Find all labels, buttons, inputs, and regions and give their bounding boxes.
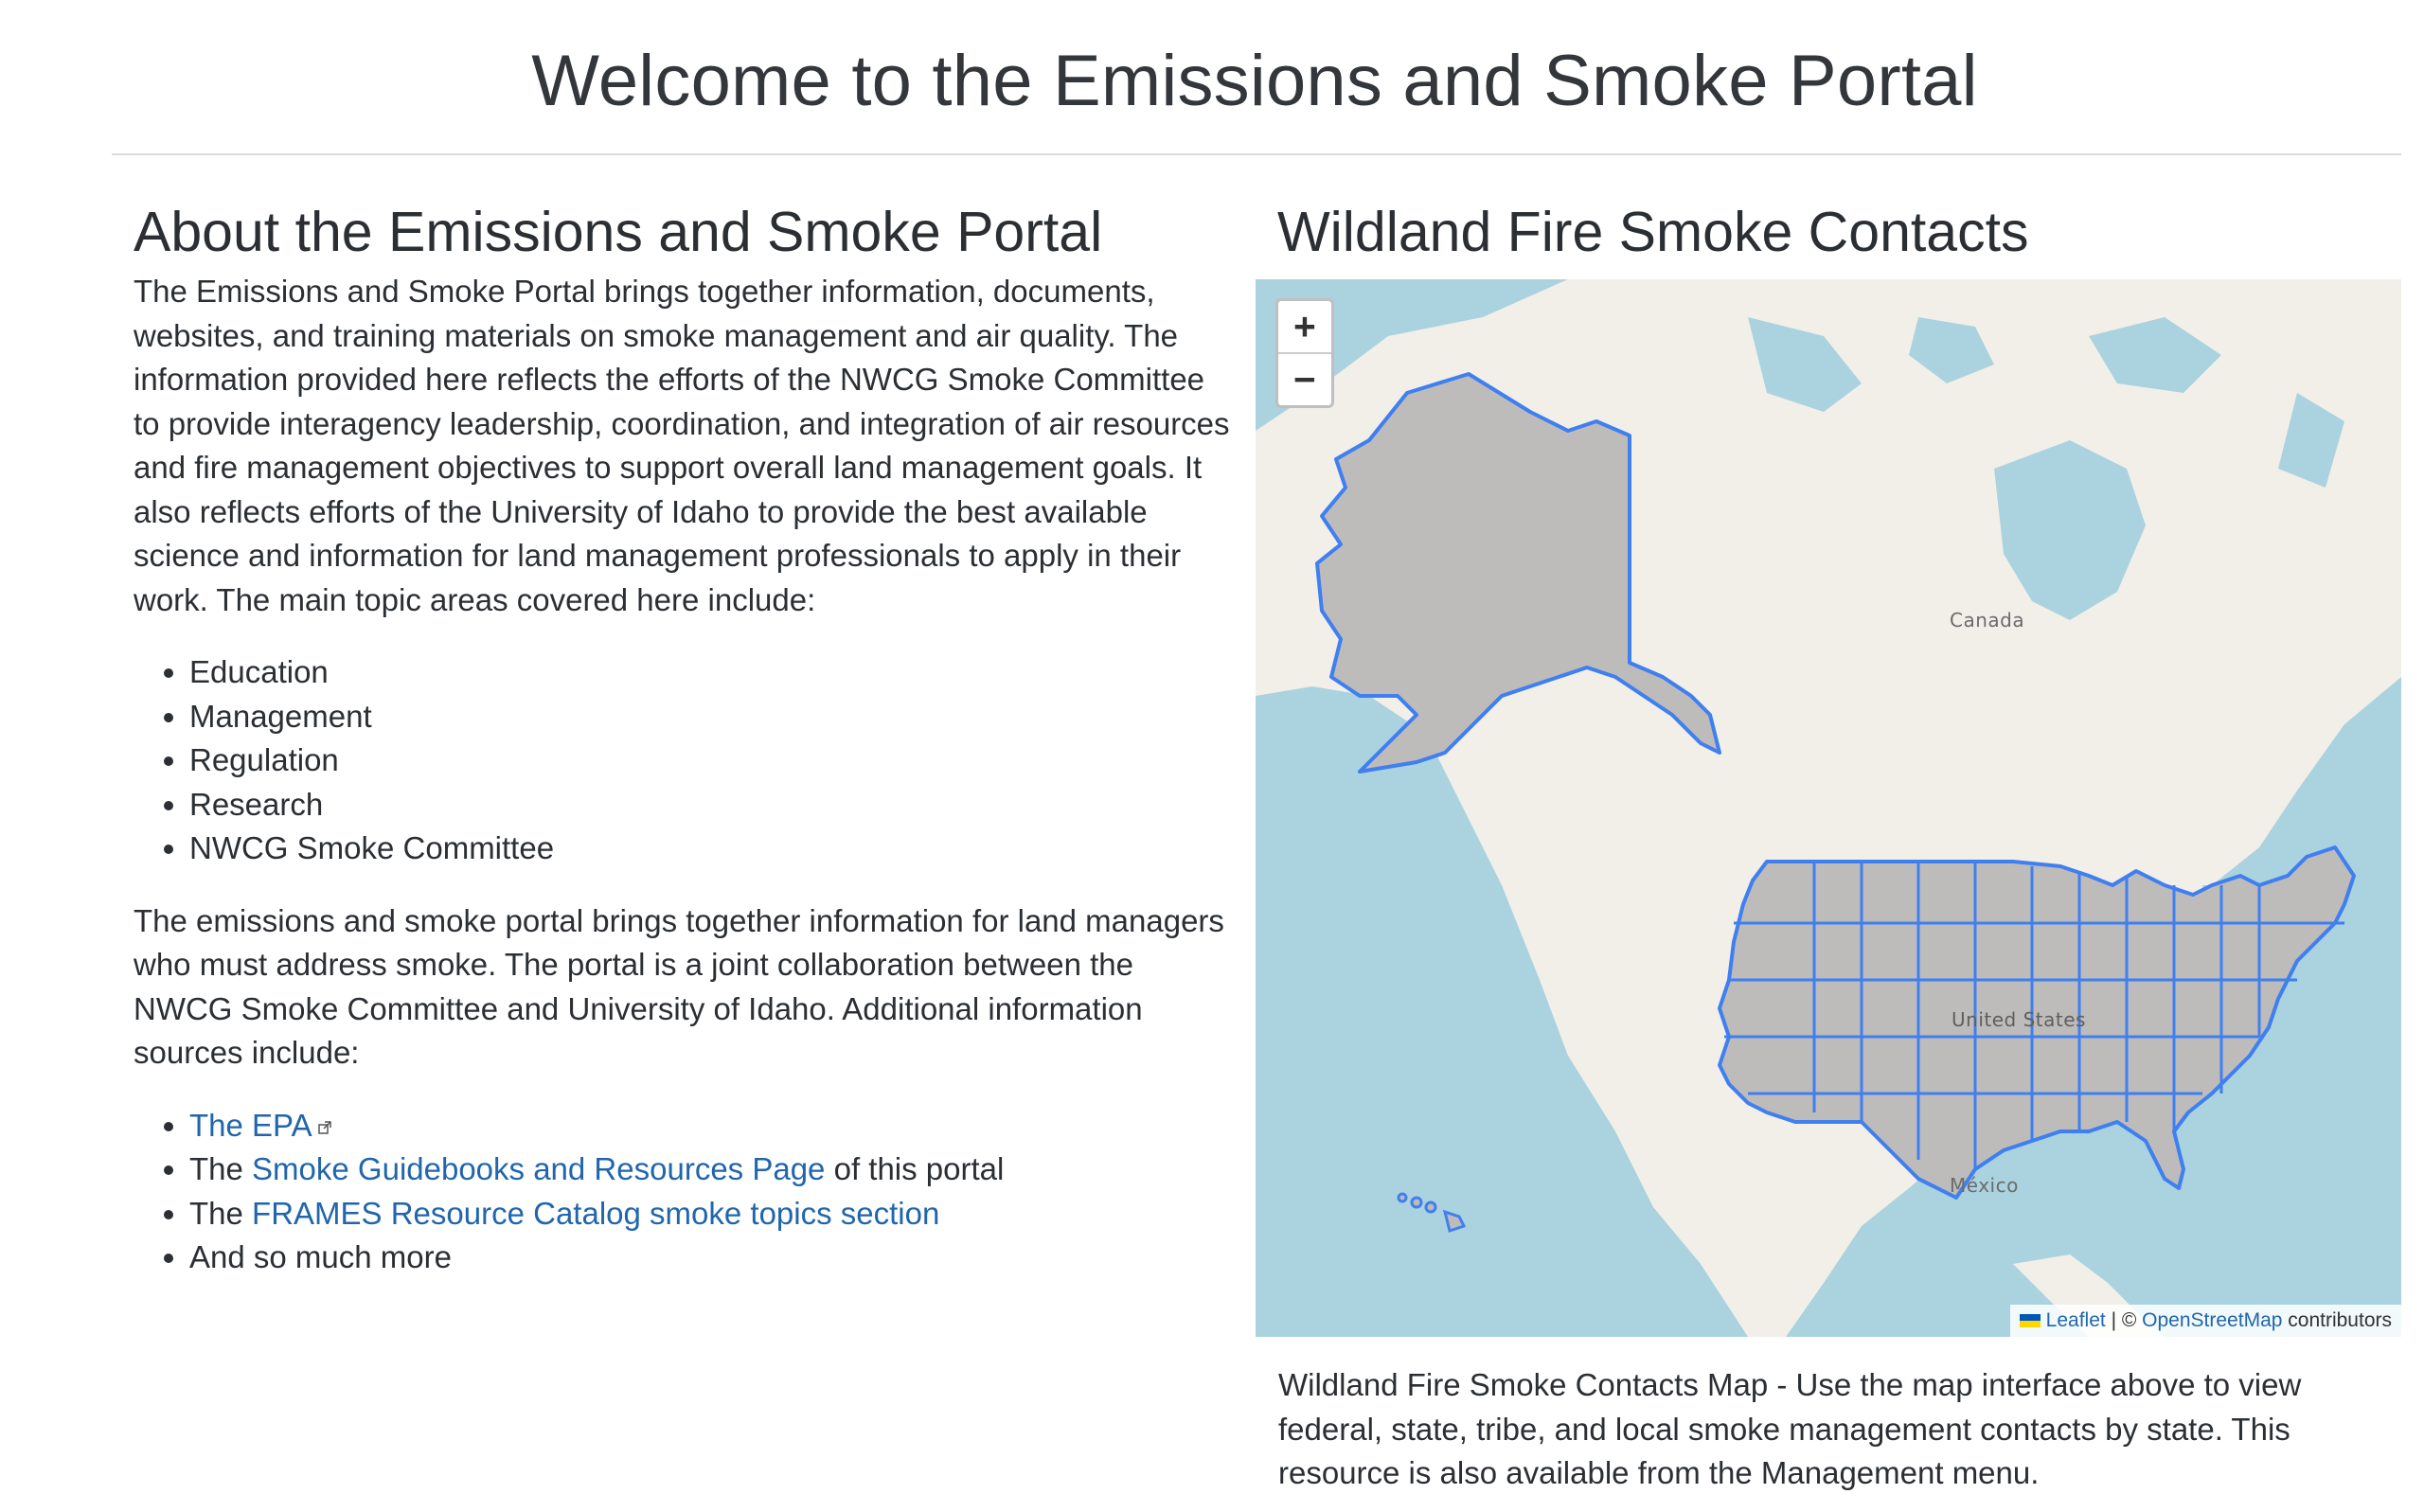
contacts-section: Wildland Fire Smoke Contacts	[1255, 194, 2400, 270]
hawaii	[1397, 1192, 1467, 1233]
list-item: And so much more	[189, 1236, 1237, 1280]
map-tiles	[1256, 279, 2401, 1337]
about-second-paragraph: The emissions and smoke portal brings to…	[134, 902, 1224, 1071]
leaflet-link[interactable]: Leaflet	[2046, 1309, 2106, 1331]
title-divider	[112, 153, 2401, 155]
list-item: The EPA	[189, 1104, 1237, 1148]
list-item: Research	[189, 783, 1237, 827]
label-usa: United States	[1952, 1008, 2086, 1031]
list-item: Education	[189, 650, 1237, 695]
map-attribution: Leaflet | © OpenStreetMap contributors	[2009, 1305, 2401, 1337]
about-section: About the Emissions and Smoke Portal The…	[134, 194, 1237, 1280]
list-item: Management	[189, 695, 1237, 739]
smoke-guidebooks-link[interactable]: Smoke Guidebooks and Resources Page	[252, 1151, 825, 1186]
sources-list: The EPA The Smoke Guidebooks and Resourc…	[134, 1104, 1237, 1280]
list-item: The Smoke Guidebooks and Resources Page …	[189, 1147, 1237, 1192]
openstreetmap-link[interactable]: OpenStreetMap	[2142, 1309, 2282, 1331]
page-title: Welcome to the Emissions and Smoke Porta…	[531, 41, 1978, 121]
epa-link[interactable]: The EPA	[189, 1108, 312, 1143]
zoom-in-button[interactable]: +	[1278, 301, 1331, 352]
frames-catalog-link[interactable]: FRAMES Resource Catalog smoke topics sec…	[252, 1196, 939, 1231]
map-caption: Wildland Fire Smoke Contacts Map - Use t…	[1278, 1367, 2302, 1490]
contacts-heading: Wildland Fire Smoke Contacts	[1277, 201, 2029, 263]
contacts-map[interactable]: Canada United States México + − Leaflet …	[1256, 279, 2401, 1337]
external-link-icon	[317, 1120, 331, 1134]
topics-list: Education Management Regulation Research…	[134, 650, 1237, 871]
list-item: NWCG Smoke Committee	[189, 827, 1237, 871]
list-item: Regulation	[189, 738, 1237, 783]
label-canada: Canada	[1950, 609, 2025, 631]
about-heading: About the Emissions and Smoke Portal	[134, 201, 1103, 263]
ukraine-flag-icon	[2019, 1314, 2041, 1327]
label-mexico: México	[1950, 1174, 2019, 1197]
about-intro: The Emissions and Smoke Portal brings to…	[134, 274, 1230, 617]
zoom-control: + −	[1275, 298, 1334, 408]
zoom-out-button[interactable]: −	[1278, 352, 1331, 405]
list-item: The FRAMES Resource Catalog smoke topics…	[189, 1192, 1237, 1236]
